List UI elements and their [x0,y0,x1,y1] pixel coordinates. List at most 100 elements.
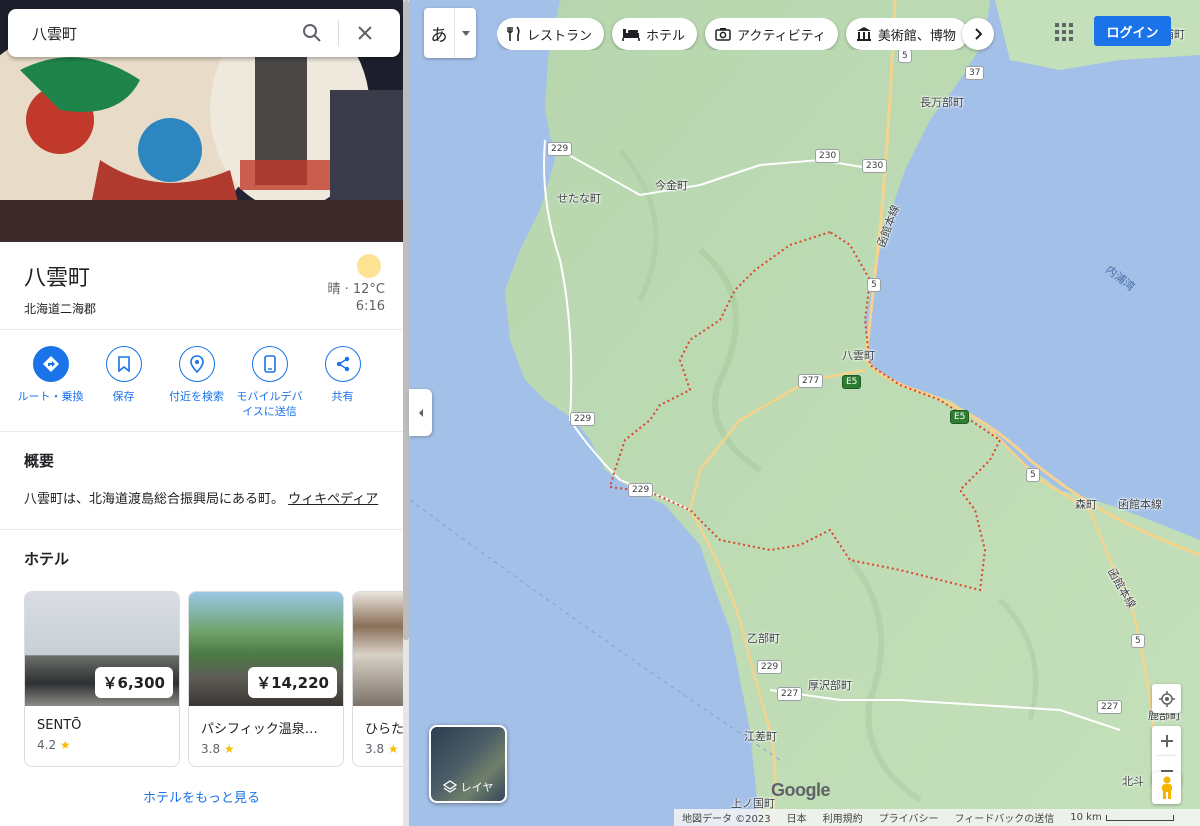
search-input[interactable] [32,24,292,42]
hotel-photo: ￥14,220 [189,592,343,706]
map-label-hokuto[interactable]: 北斗 [1122,773,1144,789]
input-method-button[interactable]: あ [424,21,454,46]
map-label-mori[interactable]: 森町 [1075,496,1097,512]
wikipedia-link[interactable]: ウィキペディア [288,492,378,507]
weather-widget: 晴 · 12°C 6:16 [327,254,385,315]
nearby-circle [178,346,215,382]
route-shield-229: 229 [757,660,783,674]
plus-icon [1160,734,1173,747]
weather-condition: 晴 · 12°C [327,282,385,297]
bookmark-icon [117,356,130,372]
hotel-name: ひらた [365,722,403,737]
camera-icon [715,27,731,41]
hotel-price: ￥14,220 [248,667,337,698]
map-label-yakumo[interactable]: 八雲町 [842,347,875,363]
summary-title: 概要 [24,452,55,470]
search-nearby-button[interactable]: 付近を検索 [160,346,233,419]
share-circle [324,346,361,382]
chip-restaurants[interactable]: レストラン [497,18,605,50]
hotel-card[interactable]: ひらた 3.8 ★ [352,591,403,767]
star-icon: ★ [387,742,399,756]
summary-section: 概要 八雲町は、北海道渡島総合振興局にある町。 ウィキペディア [0,432,403,530]
collapse-panel-button[interactable] [409,389,432,436]
privacy-link[interactable]: プライバシー [879,810,939,825]
nearby-icon [189,355,204,373]
send-to-phone-button[interactable]: モバイルデバイスに送信 [233,346,306,419]
apps-grid-icon [1062,37,1066,41]
map-label-esashi[interactable]: 江差町 [744,728,777,744]
hotel-price: ￥6,300 [94,667,173,698]
terms-link[interactable]: 利用規約 [823,810,863,825]
map-label-hakodate-line-2: 函館本線 [1118,498,1162,511]
my-location-button[interactable] [1152,684,1181,713]
share-label: 共有 [331,390,354,403]
street-view-pegman[interactable] [1152,772,1181,804]
star-icon: ★ [59,738,71,752]
login-button[interactable]: ログイン [1094,16,1171,46]
chip-hotels[interactable]: ホテル [612,18,698,50]
pegman-icon [1161,776,1172,799]
scale-bar[interactable] [1105,814,1174,821]
directions-button[interactable]: ルート・乗換 [14,346,87,419]
hotel-rating-value: 3.8 [365,742,385,756]
hotel-photo: ￥6,300 [25,592,179,706]
input-method-dropdown[interactable] [454,8,476,58]
hotel-rating-value: 4.2 [37,738,57,752]
place-title: 八雲町 [24,266,91,291]
map-label-assabu[interactable]: 厚沢部町 [808,677,852,693]
summary-text: 八雲町は、北海道渡島総合振興局にある町。 ウィキペディア [24,489,379,511]
hotels-section: ホテル ￥6,300 SENTŌ 4.2 ★ ￥14,220 パシフィック温泉…… [0,530,403,824]
star-icon: ★ [223,742,235,756]
panel-scrollbar-thumb[interactable] [403,0,409,640]
apps-grid-icon [1055,37,1059,41]
save-button[interactable]: 保存 [87,346,160,419]
route-shield-e5: E5 [842,375,862,389]
apps-grid-icon [1069,30,1073,34]
search-box [8,9,400,57]
apps-grid-icon [1055,30,1059,34]
feedback-link[interactable]: フィードバックの送信 [954,810,1054,825]
more-hotels-link[interactable]: ホテルをもっと見る [24,787,379,806]
search-divider [338,20,339,46]
caret-down-icon [461,30,470,36]
restaurant-icon [507,26,521,42]
bed-icon [622,27,640,41]
museum-icon [856,26,872,42]
chip-activities[interactable]: アクティビティ [705,18,838,50]
country-link[interactable]: 日本 [787,810,807,825]
phone-icon [263,355,276,373]
scale-label[interactable]: 10 km [1070,812,1101,823]
clear-search-button[interactable] [345,13,385,53]
layers-button[interactable]: レイヤ [429,725,507,803]
chip-museums-label: 美術館、博物 [877,28,956,44]
hotel-card[interactable]: ￥6,300 SENTŌ 4.2 ★ [24,591,180,767]
layers-label-wrap: レイヤ [431,779,505,795]
route-shield-229: 229 [570,412,596,426]
route-shield-5: 5 [867,278,881,292]
apps-grid-icon [1069,37,1073,41]
weather-time: 6:16 [355,299,385,314]
place-header: 八雲町 北海道二海郡 晴 · 12°C 6:16 [0,242,403,330]
share-button[interactable]: 共有 [306,346,379,419]
google-apps-button[interactable] [1052,20,1076,44]
hotel-card[interactable]: ￥14,220 パシフィック温泉… 3.8 ★ [188,591,344,767]
zoom-in-button[interactable] [1152,726,1181,755]
chip-restaurants-label: レストラン [527,28,593,44]
hotels-title: ホテル [24,550,70,568]
chips-next-button[interactable] [962,18,994,50]
map-label-imakane[interactable]: 今金町 [655,177,688,193]
chip-activities-label: アクティビティ [737,28,826,44]
map-label-setana[interactable]: せたな町 [557,190,601,206]
apps-grid-icon [1062,30,1066,34]
map-label-otobe[interactable]: 乙部町 [747,630,780,646]
search-button[interactable] [292,13,332,53]
route-shield-230: 230 [815,149,841,163]
map-label-nagamanbe[interactable]: 長万部町 [920,94,964,110]
directions-circle [32,346,69,382]
chip-museums[interactable]: 美術館、博物 [845,18,968,50]
phone-circle [251,346,288,382]
map-footer: 地図データ ©2023 日本 利用規約 プライバシー フィードバックの送信 10… [674,809,1200,826]
category-chips: レストラン ホテル アクティビティ 美術館、博物 [497,18,997,50]
hotel-rating: 3.8 ★ [353,737,403,756]
share-icon [336,356,349,372]
